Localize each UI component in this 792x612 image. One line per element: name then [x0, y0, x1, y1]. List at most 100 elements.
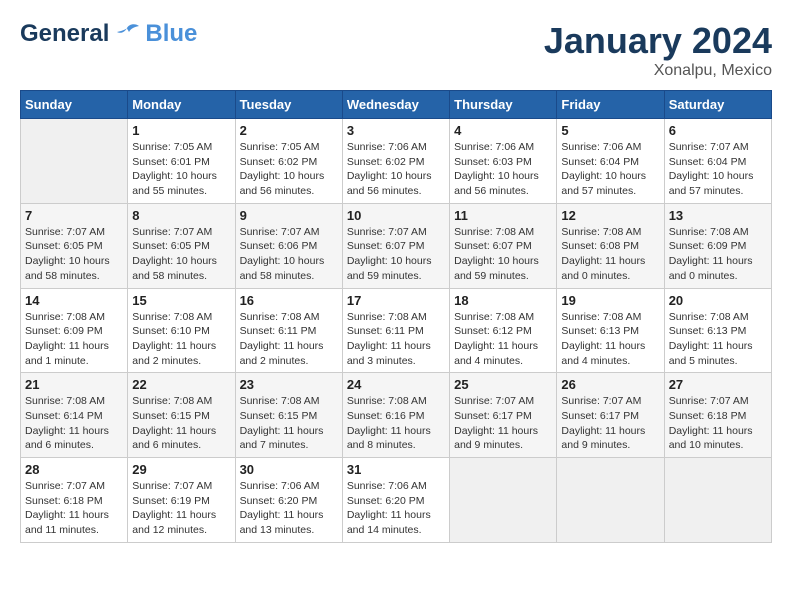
calendar-cell: 27 Sunrise: 7:07 AM Sunset: 6:18 PM Dayli… [664, 373, 771, 458]
day-info: Sunrise: 7:05 AM Sunset: 6:01 PM Dayligh… [132, 140, 230, 199]
day-number: 12 [561, 208, 659, 223]
day-number: 6 [669, 123, 767, 138]
logo: General Blue [20, 20, 197, 48]
calendar-cell: 19 Sunrise: 7:08 AM Sunset: 6:13 PM Dayli… [557, 288, 664, 373]
day-number: 3 [347, 123, 445, 138]
day-info: Sunrise: 7:06 AM Sunset: 6:02 PM Dayligh… [347, 140, 445, 199]
day-info: Sunrise: 7:07 AM Sunset: 6:19 PM Dayligh… [132, 479, 230, 538]
day-number: 16 [240, 293, 338, 308]
calendar-cell: 23 Sunrise: 7:08 AM Sunset: 6:15 PM Dayli… [235, 373, 342, 458]
weekday-header: Tuesday [235, 91, 342, 119]
day-info: Sunrise: 7:06 AM Sunset: 6:20 PM Dayligh… [347, 479, 445, 538]
day-number: 10 [347, 208, 445, 223]
day-number: 21 [25, 377, 123, 392]
day-info: Sunrise: 7:08 AM Sunset: 6:07 PM Dayligh… [454, 225, 552, 284]
day-number: 28 [25, 462, 123, 477]
calendar-cell: 30 Sunrise: 7:06 AM Sunset: 6:20 PM Dayli… [235, 458, 342, 543]
calendar-cell: 2 Sunrise: 7:05 AM Sunset: 6:02 PM Daylig… [235, 119, 342, 204]
day-info: Sunrise: 7:08 AM Sunset: 6:13 PM Dayligh… [669, 310, 767, 369]
day-number: 24 [347, 377, 445, 392]
day-info: Sunrise: 7:07 AM Sunset: 6:05 PM Dayligh… [132, 225, 230, 284]
day-number: 19 [561, 293, 659, 308]
day-info: Sunrise: 7:06 AM Sunset: 6:20 PM Dayligh… [240, 479, 338, 538]
calendar-week-row: 14Sunrise: 7:08 AM Sunset: 6:09 PM Dayli… [21, 288, 772, 373]
weekday-header: Wednesday [342, 91, 449, 119]
calendar-cell: 25Sunrise: 7:07 AM Sunset: 6:17 PM Dayli… [450, 373, 557, 458]
day-number: 31 [347, 462, 445, 477]
day-info: Sunrise: 7:08 AM Sunset: 6:11 PM Dayligh… [240, 310, 338, 369]
day-info: Sunrise: 7:08 AM Sunset: 6:08 PM Dayligh… [561, 225, 659, 284]
day-number: 22 [132, 377, 230, 392]
day-info: Sunrise: 7:08 AM Sunset: 6:11 PM Dayligh… [347, 310, 445, 369]
day-number: 23 [240, 377, 338, 392]
day-info: Sunrise: 7:07 AM Sunset: 6:17 PM Dayligh… [454, 394, 552, 453]
day-info: Sunrise: 7:07 AM Sunset: 6:17 PM Dayligh… [561, 394, 659, 453]
day-number: 17 [347, 293, 445, 308]
day-info: Sunrise: 7:06 AM Sunset: 6:04 PM Dayligh… [561, 140, 659, 199]
weekday-header: Friday [557, 91, 664, 119]
day-info: Sunrise: 7:07 AM Sunset: 6:04 PM Dayligh… [669, 140, 767, 199]
calendar-cell: 28 Sunrise: 7:07 AM Sunset: 6:18 PM Dayli… [21, 458, 128, 543]
day-number: 26 [561, 377, 659, 392]
day-info: Sunrise: 7:07 AM Sunset: 6:07 PM Dayligh… [347, 225, 445, 284]
day-number: 30 [240, 462, 338, 477]
calendar-cell: 10 Sunrise: 7:07 AM Sunset: 6:07 PM Dayli… [342, 203, 449, 288]
weekday-header: Saturday [664, 91, 771, 119]
day-info: Sunrise: 7:08 AM Sunset: 6:14 PM Dayligh… [25, 394, 123, 453]
calendar-cell: 7 Sunrise: 7:07 AM Sunset: 6:05 PM Daylig… [21, 203, 128, 288]
logo-blue: Blue [145, 20, 197, 48]
weekday-header-row: SundayMondayTuesdayWednesdayThursdayFrid… [21, 91, 772, 119]
day-number: 5 [561, 123, 659, 138]
day-info: Sunrise: 7:08 AM Sunset: 6:13 PM Dayligh… [561, 310, 659, 369]
weekday-header: Sunday [21, 91, 128, 119]
day-info: Sunrise: 7:07 AM Sunset: 6:05 PM Dayligh… [25, 225, 123, 284]
calendar-cell [557, 458, 664, 543]
calendar-cell: 3 Sunrise: 7:06 AM Sunset: 6:02 PM Daylig… [342, 119, 449, 204]
day-number: 29 [132, 462, 230, 477]
calendar-week-row: 21 Sunrise: 7:08 AM Sunset: 6:14 PM Dayli… [21, 373, 772, 458]
calendar-cell: 24 Sunrise: 7:08 AM Sunset: 6:16 PM Dayli… [342, 373, 449, 458]
day-info: Sunrise: 7:05 AM Sunset: 6:02 PM Dayligh… [240, 140, 338, 199]
location: Xonalpu, Mexico [544, 62, 772, 80]
day-number: 15 [132, 293, 230, 308]
title-area: January 2024 Xonalpu, Mexico [544, 20, 772, 80]
calendar-cell: 9Sunrise: 7:07 AM Sunset: 6:06 PM Daylig… [235, 203, 342, 288]
calendar-cell: 1 Sunrise: 7:05 AM Sunset: 6:01 PM Daylig… [128, 119, 235, 204]
calendar-cell [450, 458, 557, 543]
day-number: 1 [132, 123, 230, 138]
calendar-cell: 13Sunrise: 7:08 AM Sunset: 6:09 PM Dayli… [664, 203, 771, 288]
day-number: 7 [25, 208, 123, 223]
day-number: 18 [454, 293, 552, 308]
day-info: Sunrise: 7:07 AM Sunset: 6:18 PM Dayligh… [669, 394, 767, 453]
day-info: Sunrise: 7:08 AM Sunset: 6:15 PM Dayligh… [240, 394, 338, 453]
day-info: Sunrise: 7:08 AM Sunset: 6:16 PM Dayligh… [347, 394, 445, 453]
calendar-cell: 14Sunrise: 7:08 AM Sunset: 6:09 PM Dayli… [21, 288, 128, 373]
calendar-table: SundayMondayTuesdayWednesdayThursdayFrid… [20, 90, 772, 543]
calendar-header: SundayMondayTuesdayWednesdayThursdayFrid… [21, 91, 772, 119]
day-info: Sunrise: 7:08 AM Sunset: 6:10 PM Dayligh… [132, 310, 230, 369]
calendar-week-row: 7 Sunrise: 7:07 AM Sunset: 6:05 PM Daylig… [21, 203, 772, 288]
day-info: Sunrise: 7:07 AM Sunset: 6:18 PM Dayligh… [25, 479, 123, 538]
calendar-week-row: 1 Sunrise: 7:05 AM Sunset: 6:01 PM Daylig… [21, 119, 772, 204]
logo-general: General [20, 20, 109, 48]
calendar-cell: 6 Sunrise: 7:07 AM Sunset: 6:04 PM Daylig… [664, 119, 771, 204]
day-info: Sunrise: 7:07 AM Sunset: 6:06 PM Dayligh… [240, 225, 338, 284]
day-number: 14 [25, 293, 123, 308]
calendar-cell: 16 Sunrise: 7:08 AM Sunset: 6:11 PM Dayli… [235, 288, 342, 373]
day-number: 11 [454, 208, 552, 223]
calendar-cell: 31 Sunrise: 7:06 AM Sunset: 6:20 PM Dayli… [342, 458, 449, 543]
day-number: 8 [132, 208, 230, 223]
calendar-week-row: 28 Sunrise: 7:07 AM Sunset: 6:18 PM Dayli… [21, 458, 772, 543]
calendar-cell: 26 Sunrise: 7:07 AM Sunset: 6:17 PM Dayli… [557, 373, 664, 458]
month-title: January 2024 [544, 20, 772, 62]
day-info: Sunrise: 7:08 AM Sunset: 6:15 PM Dayligh… [132, 394, 230, 453]
day-info: Sunrise: 7:06 AM Sunset: 6:03 PM Dayligh… [454, 140, 552, 199]
calendar-cell: 22 Sunrise: 7:08 AM Sunset: 6:15 PM Dayli… [128, 373, 235, 458]
calendar-body: 1 Sunrise: 7:05 AM Sunset: 6:01 PM Daylig… [21, 119, 772, 543]
calendar-cell: 17 Sunrise: 7:08 AM Sunset: 6:11 PM Dayli… [342, 288, 449, 373]
calendar-cell: 8 Sunrise: 7:07 AM Sunset: 6:05 PM Daylig… [128, 203, 235, 288]
calendar-cell: 21 Sunrise: 7:08 AM Sunset: 6:14 PM Dayli… [21, 373, 128, 458]
day-number: 27 [669, 377, 767, 392]
day-number: 20 [669, 293, 767, 308]
day-number: 2 [240, 123, 338, 138]
